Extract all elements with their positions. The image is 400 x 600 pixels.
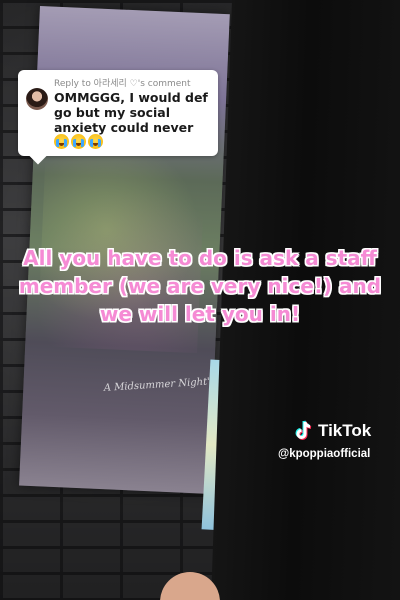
video-caption: All you have to do is ask a staff member… bbox=[18, 246, 382, 326]
creator-handle[interactable]: @kpoppiaofficial bbox=[278, 448, 394, 460]
crying-emoji-icon bbox=[54, 134, 69, 149]
comment-text: OMMGGG, I would def go but my social anx… bbox=[54, 90, 208, 135]
reply-comment-card[interactable]: Reply to 아라세리 ♡'s comment OMMGGG, I woul… bbox=[18, 70, 218, 156]
video-frame: A Midsummer Night's Dream Reply to 아라세리 … bbox=[0, 0, 400, 600]
reply-header: Reply to 아라세리 ♡'s comment bbox=[54, 79, 191, 89]
commenter-avatar bbox=[26, 88, 48, 110]
crying-emoji-icon bbox=[88, 134, 103, 149]
tiktok-watermark: TikTok bbox=[294, 420, 371, 442]
tiktok-note-icon bbox=[294, 420, 314, 442]
tiktok-wordmark: TikTok bbox=[318, 421, 372, 440]
crying-emoji-icon bbox=[71, 134, 86, 149]
emoji-row bbox=[54, 134, 103, 150]
